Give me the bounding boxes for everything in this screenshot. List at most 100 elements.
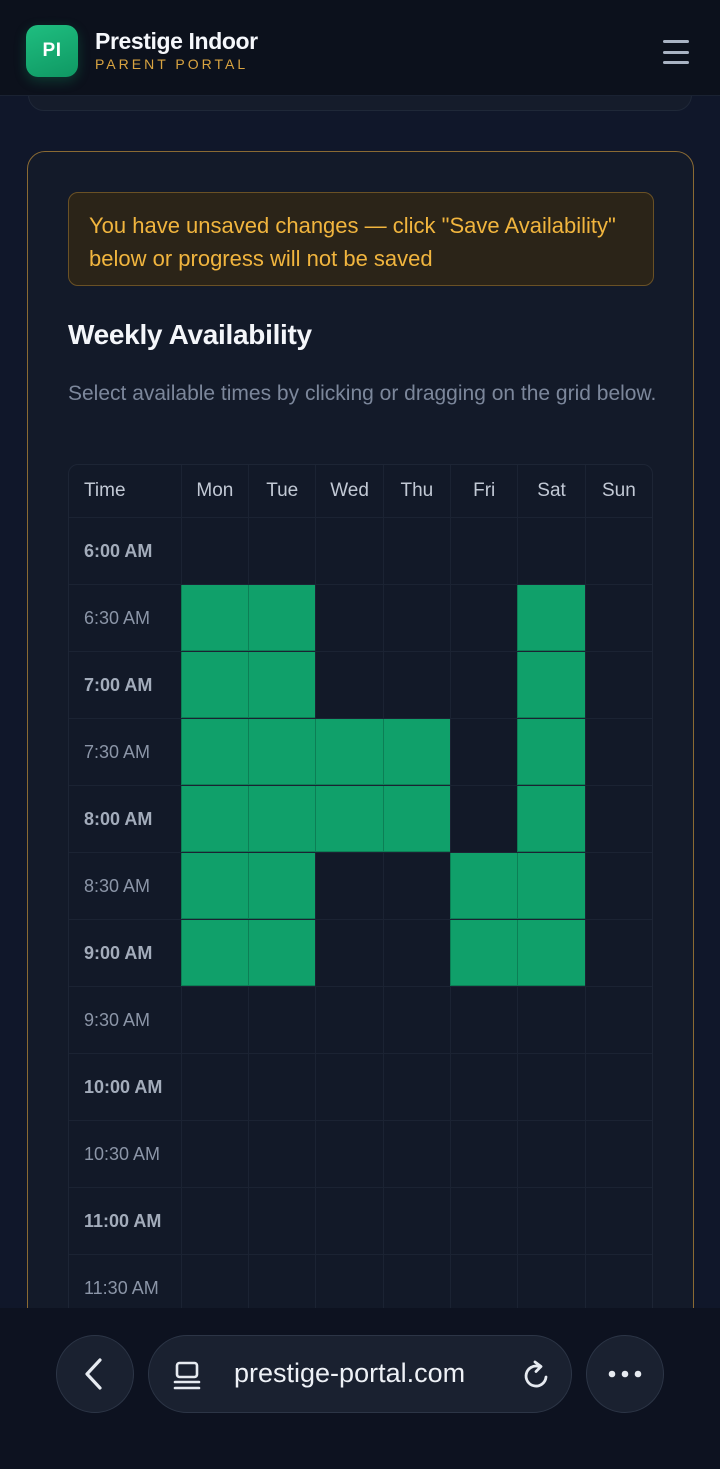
slot-wed[interactable] bbox=[315, 1188, 382, 1254]
site-info-icon[interactable] bbox=[173, 1360, 203, 1392]
slot-wed[interactable] bbox=[315, 518, 382, 584]
slot-thu[interactable] bbox=[382, 652, 450, 718]
unsaved-changes-alert: You have unsaved changes — click "Save A… bbox=[68, 192, 654, 286]
slot-tue[interactable] bbox=[248, 1121, 315, 1187]
slot-mon[interactable] bbox=[180, 1188, 248, 1254]
slot-thu[interactable] bbox=[382, 853, 450, 919]
logo-badge[interactable]: PI bbox=[26, 25, 78, 77]
slot-sun[interactable] bbox=[584, 585, 652, 651]
slot-thu[interactable] bbox=[382, 920, 450, 986]
slot-fri[interactable] bbox=[450, 652, 517, 718]
url-text: prestige-portal.com bbox=[234, 1358, 466, 1388]
availability-grid[interactable]: Time Mon Tue Wed Thu Fri Sat Sun 6:00 AM… bbox=[68, 464, 653, 1322]
slot-mon[interactable] bbox=[180, 1121, 248, 1187]
slot-fri-selected[interactable] bbox=[450, 853, 518, 919]
day-header-sun: Sun bbox=[584, 465, 652, 517]
slot-sat[interactable] bbox=[517, 1121, 584, 1187]
slot-wed[interactable] bbox=[315, 920, 382, 986]
slot-fri[interactable] bbox=[450, 585, 517, 651]
slot-thu[interactable] bbox=[382, 987, 450, 1053]
day-header-fri: Fri bbox=[450, 465, 517, 517]
slot-mon-selected[interactable] bbox=[180, 920, 249, 986]
slot-sun[interactable] bbox=[584, 719, 652, 785]
back-icon bbox=[85, 1358, 102, 1390]
browser-toolbar: prestige-portal.com bbox=[0, 1308, 720, 1469]
slot-thu[interactable] bbox=[382, 585, 450, 651]
slot-wed[interactable] bbox=[315, 853, 382, 919]
day-header-mon: Mon bbox=[180, 465, 248, 517]
slot-fri[interactable] bbox=[450, 518, 517, 584]
slot-wed[interactable] bbox=[315, 987, 382, 1053]
slot-wed[interactable] bbox=[315, 652, 382, 718]
hamburger-menu-icon[interactable] bbox=[660, 38, 692, 66]
slot-mon-selected[interactable] bbox=[180, 652, 249, 718]
slot-sat-selected[interactable] bbox=[517, 786, 585, 852]
back-button[interactable] bbox=[56, 1335, 134, 1413]
slot-mon-selected[interactable] bbox=[180, 853, 249, 919]
slot-sun[interactable] bbox=[584, 1188, 652, 1254]
slot-mon-selected[interactable] bbox=[180, 786, 249, 852]
menu-bar bbox=[663, 40, 689, 43]
time-slot-row: 10:30 AM bbox=[69, 1120, 652, 1187]
slot-sat-selected[interactable] bbox=[517, 585, 585, 651]
grid-body: 6:00 AM 6:30 AM 7:00 AM 7:30 AM 8:00 AM 8:30 … bbox=[69, 517, 652, 1321]
slot-sun[interactable] bbox=[584, 1054, 652, 1120]
slot-sun[interactable] bbox=[584, 853, 652, 919]
slot-wed-selected[interactable] bbox=[315, 786, 383, 852]
slot-wed[interactable] bbox=[315, 1121, 382, 1187]
slot-sat-selected[interactable] bbox=[517, 719, 585, 785]
slot-sat[interactable] bbox=[517, 1188, 584, 1254]
slot-thu-selected[interactable] bbox=[382, 719, 451, 785]
slot-thu[interactable] bbox=[382, 1188, 450, 1254]
slot-fri[interactable] bbox=[450, 786, 517, 852]
slot-thu-selected[interactable] bbox=[382, 786, 451, 852]
slot-fri[interactable] bbox=[450, 1188, 517, 1254]
slot-wed[interactable] bbox=[315, 585, 382, 651]
slot-fri[interactable] bbox=[450, 987, 517, 1053]
slot-tue[interactable] bbox=[248, 1054, 315, 1120]
slot-mon[interactable] bbox=[180, 1054, 248, 1120]
slot-mon[interactable] bbox=[180, 987, 248, 1053]
slot-fri-selected[interactable] bbox=[450, 920, 518, 986]
slot-thu[interactable] bbox=[382, 1054, 450, 1120]
slot-fri[interactable] bbox=[450, 1121, 517, 1187]
slot-tue[interactable] bbox=[248, 987, 315, 1053]
slot-sat-selected[interactable] bbox=[517, 920, 585, 986]
day-header-thu: Thu bbox=[382, 465, 450, 517]
slot-sun[interactable] bbox=[584, 987, 652, 1053]
brand-name: Prestige Indoor bbox=[95, 28, 258, 54]
slot-sun[interactable] bbox=[584, 1121, 652, 1187]
menu-bar bbox=[663, 61, 689, 64]
slot-sun[interactable] bbox=[584, 518, 652, 584]
slot-tue-selected[interactable] bbox=[248, 652, 316, 718]
slot-fri[interactable] bbox=[450, 719, 517, 785]
slot-tue[interactable] bbox=[248, 1188, 315, 1254]
slot-thu[interactable] bbox=[382, 1121, 450, 1187]
time-slot-row: 10:00 AM bbox=[69, 1053, 652, 1120]
slot-mon-selected[interactable] bbox=[180, 719, 249, 785]
slot-tue[interactable] bbox=[248, 518, 315, 584]
slot-sat-selected[interactable] bbox=[517, 853, 585, 919]
slot-sat[interactable] bbox=[517, 1054, 584, 1120]
slot-sun[interactable] bbox=[584, 786, 652, 852]
slot-wed-selected[interactable] bbox=[315, 719, 383, 785]
slot-sat-selected[interactable] bbox=[517, 652, 585, 718]
slot-tue-selected[interactable] bbox=[248, 719, 316, 785]
slot-sun[interactable] bbox=[584, 920, 652, 986]
slot-mon[interactable] bbox=[180, 518, 248, 584]
slot-sat[interactable] bbox=[517, 987, 584, 1053]
reload-icon[interactable] bbox=[521, 1358, 553, 1392]
slot-fri[interactable] bbox=[450, 1054, 517, 1120]
slot-mon-selected[interactable] bbox=[180, 585, 249, 651]
slot-tue-selected[interactable] bbox=[248, 853, 316, 919]
slot-sat[interactable] bbox=[517, 518, 584, 584]
slot-tue-selected[interactable] bbox=[248, 920, 316, 986]
slot-tue-selected[interactable] bbox=[248, 585, 316, 651]
slot-tue-selected[interactable] bbox=[248, 786, 316, 852]
slot-wed[interactable] bbox=[315, 1054, 382, 1120]
slot-sun[interactable] bbox=[584, 652, 652, 718]
slot-thu[interactable] bbox=[382, 518, 450, 584]
section-title: Weekly Availability bbox=[68, 319, 312, 350]
more-options-button[interactable] bbox=[586, 1335, 664, 1413]
address-bar[interactable]: prestige-portal.com bbox=[148, 1335, 572, 1413]
